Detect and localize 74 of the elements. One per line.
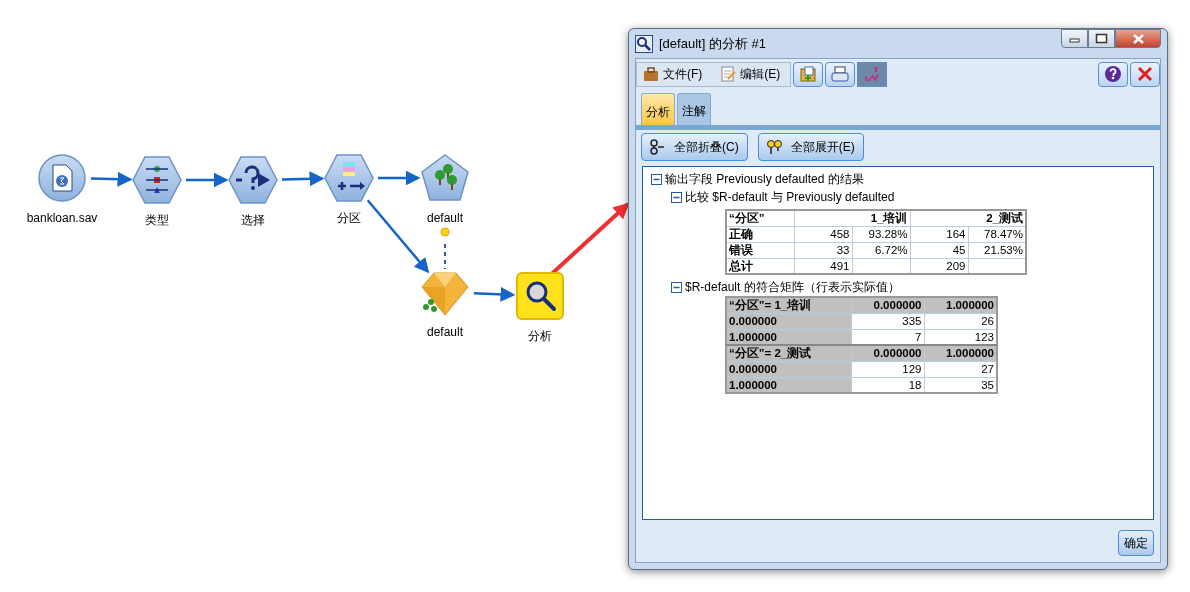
window-title: [default] 的分析 #1 [659, 34, 766, 53]
table-cell: 45 [910, 242, 968, 258]
node-label: default [427, 324, 463, 341]
tree-item-label: $R-default 的符合矩阵（行表示实际值） [685, 279, 900, 296]
tree-item-label: 比较 $R-default 与 Previously defaulted [685, 189, 895, 206]
labels-icon [863, 66, 882, 82]
help-button[interactable] [1098, 61, 1128, 87]
node-label: 选择 [241, 212, 265, 229]
collapse-toggle-icon[interactable] [671, 191, 682, 203]
partition-node-icon[interactable] [324, 153, 374, 203]
close-view-button[interactable] [1130, 61, 1160, 87]
magnifier-node-icon[interactable] [515, 271, 565, 321]
column-header: 1_培训 [794, 210, 910, 226]
sparkle-icon [440, 227, 450, 237]
column-header: 0.000000 [851, 345, 924, 361]
expand-all-button[interactable]: 全部展开(E) [757, 133, 864, 161]
menu-item[interactable]: 文件(F) [643, 65, 703, 83]
printer-icon [831, 66, 850, 82]
model-link-line [444, 243, 446, 270]
column-header: 1.000000 [924, 345, 997, 361]
ok-button[interactable]: 确定 [1118, 530, 1154, 556]
collapse-all-button[interactable]: 全部折叠(C) [641, 133, 748, 161]
tab[interactable]: 分析 [641, 93, 675, 125]
briefcase-icon [643, 66, 659, 82]
table-cell: 164 [910, 226, 968, 242]
collapse-toggle-icon[interactable] [651, 173, 662, 185]
table-cell: 335 [851, 313, 924, 329]
close-icon [1136, 65, 1154, 83]
collapse-toggle-icon[interactable] [671, 281, 682, 293]
table-cell: 129 [851, 361, 924, 377]
printer-button[interactable] [825, 61, 856, 87]
notepad-icon [720, 66, 737, 82]
node-label: 分析 [528, 328, 552, 345]
flow-arrow [281, 171, 325, 187]
column-header: “分区”= 1_培训 [726, 297, 851, 313]
close-button[interactable] [1115, 29, 1161, 48]
tree-model-icon[interactable] [420, 153, 470, 203]
table-cell: 6.72% [852, 242, 910, 258]
menu-item[interactable]: 编辑(E) [720, 65, 781, 83]
type-node-icon[interactable] [132, 155, 182, 205]
file-node-icon[interactable] [37, 153, 87, 203]
row-header: 总计 [726, 258, 794, 274]
table-cell: 458 [794, 226, 852, 242]
collapse-icon [650, 139, 666, 155]
flow-arrow [186, 172, 229, 188]
export-icon [799, 66, 818, 82]
select-node-icon[interactable] [228, 155, 278, 205]
maximize-button[interactable] [1088, 29, 1115, 48]
labels-button[interactable] [857, 61, 888, 87]
tree-item-label: 输出字段 Previously defaulted 的结果 [665, 171, 864, 188]
expand-icon [766, 139, 783, 155]
maximize-icon [1095, 32, 1108, 45]
row-header: 正确 [726, 226, 794, 242]
help-icon [1104, 65, 1122, 83]
tab[interactable]: 注解 [677, 93, 711, 125]
table-cell: 93.28% [852, 226, 910, 242]
node-label: 类型 [145, 212, 169, 229]
export-button[interactable] [793, 61, 824, 87]
flow-arrow [473, 286, 516, 302]
close-icon [1131, 32, 1145, 45]
node-label: bankloan.sav [26, 210, 98, 227]
flow-arrow [90, 171, 133, 187]
column-header: 1.000000 [924, 297, 997, 313]
column-header: 2_测试 [910, 210, 1026, 226]
column-header: “分区” [726, 210, 794, 226]
table-cell: 33 [794, 242, 852, 258]
minimize-button[interactable] [1061, 29, 1088, 48]
node-label: default [427, 210, 463, 227]
row-header: 错误 [726, 242, 794, 258]
node-label: 分区 [337, 210, 361, 227]
column-header: “分区”= 2_测试 [726, 345, 851, 361]
window-icon [635, 34, 653, 53]
column-header: 0.000000 [851, 297, 924, 313]
flow-arrow [378, 170, 421, 186]
